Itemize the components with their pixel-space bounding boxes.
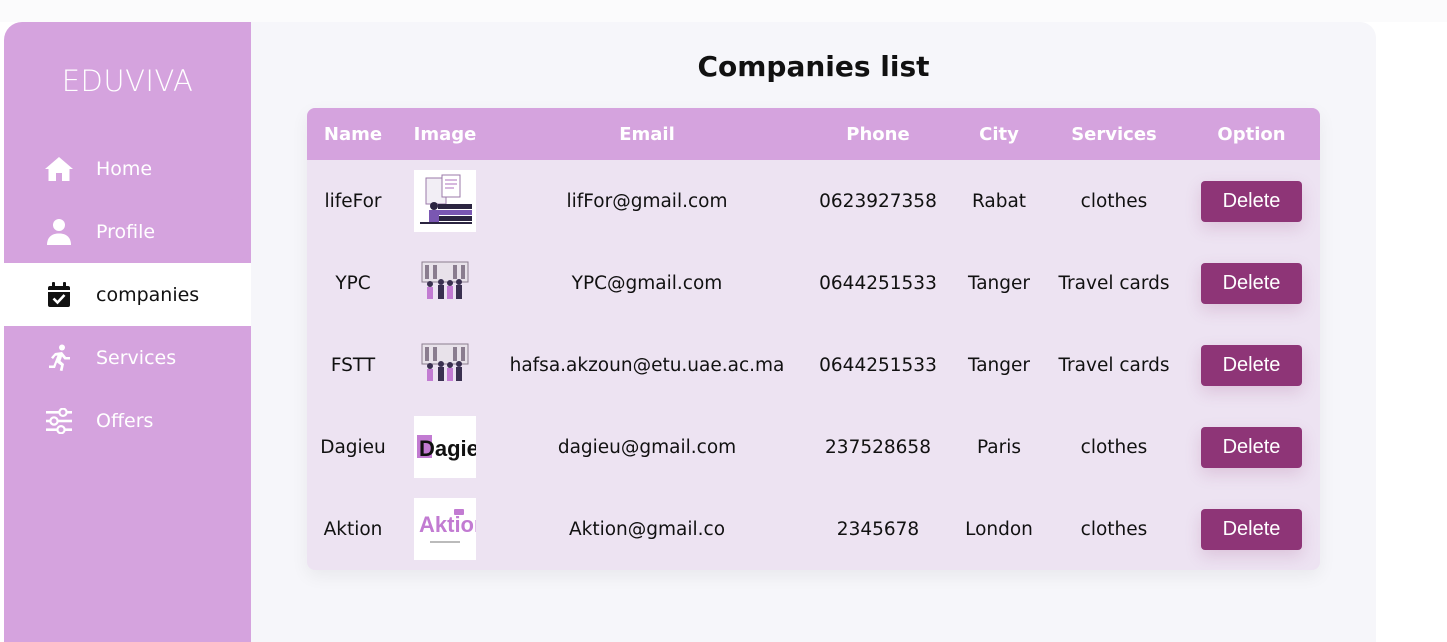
sidebar-item-label: Home	[96, 157, 153, 180]
cell-option: Delete	[1183, 324, 1320, 406]
cell-option: Delete	[1183, 160, 1320, 242]
cell-image: Aktion	[399, 488, 491, 570]
top-band	[0, 0, 1447, 22]
cell-image	[399, 160, 491, 242]
cell-option: Delete	[1183, 488, 1320, 570]
page-title: Companies list	[697, 50, 930, 83]
cell-name: lifeFor	[324, 190, 382, 212]
table-row: lifeFor lifFor@gmail.com 0623927358 Raba…	[307, 160, 1320, 242]
delete-button[interactable]: Delete	[1201, 508, 1302, 550]
sidebar: EDUVIVA Home Profile companies Services …	[4, 22, 251, 642]
cell-email: dagieu@gmail.com	[557, 436, 737, 458]
cell-services: clothes	[1080, 436, 1148, 458]
cell-email: lifFor@gmail.com	[566, 190, 728, 212]
cell-email: Aktion@gmail.co	[568, 518, 726, 540]
delete-button[interactable]: Delete	[1201, 262, 1302, 304]
cell-email: hafsa.akzoun@etu.uae.ac.ma	[509, 354, 785, 376]
table-row: FSTT hafsa.akzoun@etu.uae.ac.ma 06442515…	[307, 324, 1320, 406]
companies-table: Name Image Email Phone City Services Opt…	[307, 108, 1320, 570]
column-header-phone[interactable]: Phone	[803, 108, 953, 160]
cell-phone: 0644251533	[819, 354, 937, 376]
cell-name: Dagieu	[320, 436, 386, 458]
lifefor-logo	[414, 170, 476, 232]
cell-name: Aktion	[323, 518, 383, 540]
column-header-city[interactable]: City	[953, 108, 1045, 160]
sidebar-item-home[interactable]: Home	[4, 137, 251, 200]
aktion-logo: Aktion	[414, 498, 476, 560]
cell-services: clothes	[1080, 190, 1148, 212]
cell-phone: 237528658	[825, 436, 931, 458]
companies-table-grid: Name Image Email Phone City Services Opt…	[307, 108, 1320, 570]
sidebar-item-label: Offers	[96, 409, 154, 432]
delete-button[interactable]: Delete	[1201, 344, 1302, 386]
sidebar-nav: Home Profile companies Services Offers	[4, 137, 251, 452]
sidebar-item-profile[interactable]: Profile	[4, 200, 251, 263]
ypc-logo	[414, 252, 476, 314]
column-header-image[interactable]: Image	[399, 108, 491, 160]
sidebar-item-offers[interactable]: Offers	[4, 389, 251, 452]
cell-image: Dagieu	[399, 406, 491, 488]
cell-image	[399, 324, 491, 406]
home-icon	[44, 154, 74, 184]
sidebar-item-services[interactable]: Services	[4, 326, 251, 389]
cell-city: Tanger	[967, 272, 1031, 294]
brand-logo[interactable]: EDUVIVA	[4, 64, 251, 98]
delete-button[interactable]: Delete	[1201, 180, 1302, 222]
cell-services: Travel cards	[1058, 354, 1170, 376]
cell-phone: 2345678	[836, 518, 920, 540]
sidebar-item-companies[interactable]: companies	[17, 263, 251, 326]
column-header-services[interactable]: Services	[1045, 108, 1183, 160]
sidebar-item-label: Profile	[96, 220, 156, 243]
column-header-option[interactable]: Option	[1183, 108, 1320, 160]
table-row: Dagieu Dagieu dagieu@gmail.com 237528658…	[307, 406, 1320, 488]
cell-name: FSTT	[330, 354, 376, 376]
table-header-row: Name Image Email Phone City Services Opt…	[307, 108, 1320, 160]
table-row: Aktion Aktion Aktion@gmail.co 2345678 Lo…	[307, 488, 1320, 570]
cell-name: YPC	[335, 272, 371, 294]
sliders-icon	[44, 406, 74, 436]
main-content: Companies list Name Image Email Phone Ci…	[251, 22, 1376, 642]
sidebar-item-label: Services	[96, 346, 177, 369]
column-header-name[interactable]: Name	[307, 108, 399, 160]
dagieu-logo: Dagieu	[414, 416, 476, 478]
sidebar-active-wrap: companies	[4, 263, 251, 326]
aktion-logo-text: Aktion	[419, 512, 476, 537]
page: EDUVIVA Home Profile companies Services …	[0, 0, 1447, 642]
cell-city: Tanger	[967, 354, 1031, 376]
calendar-check-icon	[44, 280, 74, 310]
cell-phone: 0623927358	[819, 190, 937, 212]
delete-button[interactable]: Delete	[1201, 426, 1302, 468]
cell-image	[399, 242, 491, 324]
fstt-logo	[414, 334, 476, 396]
dagieu-logo-text: Dagieu	[419, 436, 476, 461]
table-row: YPC YPC@gmail.com 0644251533 Tanger Trav…	[307, 242, 1320, 324]
cell-email: YPC@gmail.com	[571, 272, 723, 294]
cell-city: Paris	[976, 436, 1022, 458]
running-icon	[44, 343, 74, 373]
user-icon	[44, 217, 74, 247]
column-header-email[interactable]: Email	[491, 108, 803, 160]
right-band	[1376, 22, 1447, 642]
cell-services: clothes	[1080, 518, 1148, 540]
cell-city: Rabat	[971, 190, 1027, 212]
cell-phone: 0644251533	[819, 272, 937, 294]
cell-option: Delete	[1183, 406, 1320, 488]
sidebar-item-label: companies	[96, 283, 200, 306]
cell-city: London	[965, 518, 1033, 540]
cell-services: Travel cards	[1058, 272, 1170, 294]
cell-option: Delete	[1183, 242, 1320, 324]
